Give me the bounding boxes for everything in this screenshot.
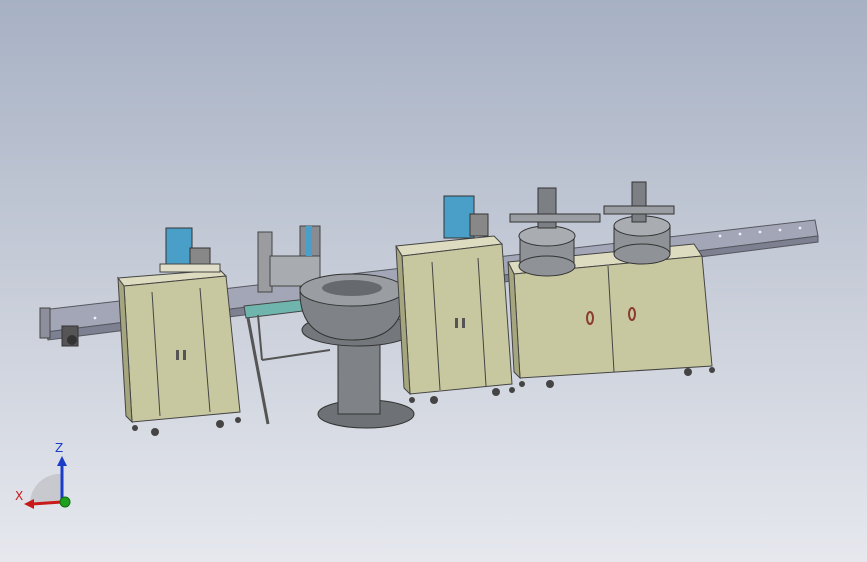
center-cabinet[interactable] [395,195,515,404]
left-cabinet[interactable] [117,227,241,436]
assembly-line-model[interactable] [0,0,867,562]
right-cabinet[interactable] [507,181,715,388]
x-axis-arrow [31,500,63,506]
z-axis-label: Z [55,441,64,455]
triad-arc [30,473,62,502]
x-axis-label: X [15,489,24,503]
x-axis-head [24,499,34,509]
view-orientation-triad[interactable] [10,438,80,518]
y-axis-dot [59,496,71,508]
z-axis-head [57,456,67,466]
graphics-viewport[interactable]: Z X [0,0,867,562]
